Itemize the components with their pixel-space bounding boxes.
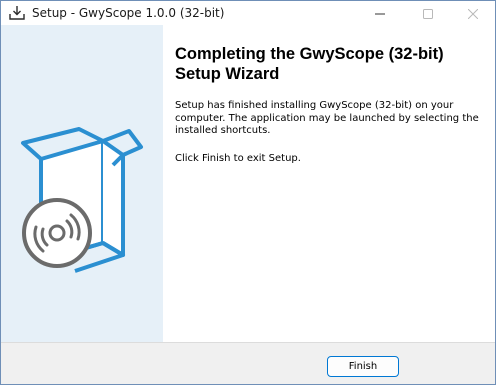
- wizard-banner: [1, 25, 163, 342]
- setup-window: Setup - GwyScope 1.0.0 (32-bit) Completi…: [0, 0, 496, 385]
- completion-description: Setup has finished installing GwyScope (…: [175, 100, 479, 136]
- finish-button[interactable]: Finish: [327, 356, 399, 377]
- close-icon: [467, 4, 479, 23]
- page-title: Completing the GwyScope (32-bit) Setup W…: [175, 45, 444, 83]
- maximize-icon: [423, 4, 433, 23]
- minimize-button[interactable]: [357, 1, 403, 25]
- wizard-content: Completing the GwyScope (32-bit) Setup W…: [163, 25, 495, 342]
- installer-download-icon: [8, 4, 26, 22]
- window-title: Setup - GwyScope 1.0.0 (32-bit): [32, 6, 225, 20]
- title-bar[interactable]: Setup - GwyScope 1.0.0 (32-bit): [1, 1, 495, 25]
- minimize-icon: [375, 4, 385, 23]
- maximize-button[interactable]: [405, 1, 451, 25]
- wizard-footer: Finish: [1, 342, 495, 384]
- close-button[interactable]: [450, 1, 495, 25]
- software-box-with-disc-icon: [15, 125, 145, 275]
- finish-instruction: Click Finish to exit Setup.: [175, 153, 301, 164]
